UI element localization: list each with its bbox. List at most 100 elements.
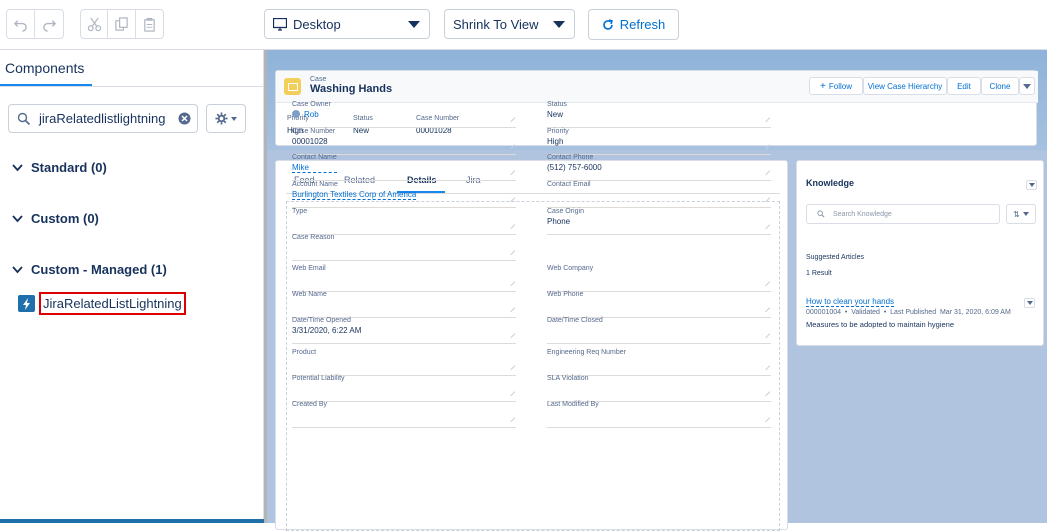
detail-field[interactable]: Last Modified By (547, 401, 599, 410)
field-label: Account Name (292, 181, 338, 188)
more-actions-button[interactable] (1019, 77, 1035, 95)
article-menu-button[interactable] (1024, 298, 1035, 308)
divider (292, 343, 516, 344)
field-label: Contact Phone (547, 154, 594, 161)
knowledge-search-input[interactable]: Search Knowledge (806, 204, 1000, 224)
detail-field[interactable]: Case Reason (292, 234, 334, 243)
field-label: Date/Time Opened (292, 317, 351, 324)
field-label: Type (292, 208, 308, 215)
divider (292, 427, 516, 428)
undo-button[interactable] (7, 10, 35, 38)
user-avatar-icon (292, 110, 300, 118)
detail-field[interactable]: Contact Phone (512) 757-6000 (547, 154, 602, 172)
sort-button[interactable]: ⇅ (1006, 204, 1036, 224)
detail-field[interactable]: Contact Name Mike (292, 154, 337, 173)
record-header[interactable]: Case Washing Hands + Follow View Case Hie… (275, 70, 1038, 146)
redo-button[interactable] (35, 10, 63, 38)
clear-icon[interactable] (178, 112, 191, 125)
object-label: Case (310, 76, 327, 83)
divider (0, 86, 264, 87)
field-value: Phone (547, 217, 571, 226)
paste-icon (144, 17, 155, 32)
result-count: 1 Result (806, 270, 832, 277)
article-summary: Measures to be adopted to maintain hygie… (806, 320, 955, 329)
field-value: (512) 757-6000 (547, 163, 602, 172)
field-value-link[interactable]: Mike (292, 163, 337, 173)
field-label: Priority (547, 128, 569, 135)
detail-field[interactable]: Case Origin Phone (547, 208, 584, 226)
gear-icon (215, 112, 228, 125)
suggested-label: Suggested Articles (806, 254, 864, 261)
detail-field[interactable]: Web Name (292, 291, 327, 300)
detail-field[interactable]: Engineering Req Number (547, 349, 626, 358)
copy-icon (115, 16, 128, 31)
section-label: Custom - Managed (1) (31, 262, 167, 277)
settings-menu-button[interactable] (206, 104, 246, 133)
field-label: SLA Violation (547, 375, 589, 382)
detail-field[interactable]: Contact Email (547, 181, 591, 190)
chevron-down-icon (1028, 183, 1035, 187)
component-search-input[interactable]: jiraRelatedlistlightning (8, 104, 198, 133)
tab-components[interactable]: Components (5, 60, 84, 76)
detail-field[interactable]: Potential Liability (292, 375, 345, 384)
field-label: Web Company (547, 265, 594, 272)
field-value-link[interactable]: Burlington Textiles Corp of America (292, 190, 417, 200)
knowledge-card[interactable]: Knowledge Search Knowledge ⇅ Suggested A… (796, 160, 1044, 346)
record-details-card[interactable]: Feed Related Details Jira Case Owner Rob C… (275, 101, 788, 531)
detail-field[interactable]: Product (292, 349, 316, 358)
case-icon (284, 78, 301, 95)
page-canvas: Case Washing Hands + Follow View Case Hie… (267, 50, 1047, 531)
edit-pencil-icon[interactable] (506, 166, 516, 176)
article-link[interactable]: How to clean your hands (806, 297, 895, 307)
section-label: Standard (0) (31, 160, 107, 175)
edit-button[interactable]: Edit (947, 77, 981, 95)
paste-button[interactable] (136, 10, 163, 38)
field-label: Case Reason (292, 234, 335, 241)
clone-button[interactable]: Clone (981, 77, 1019, 95)
zoom-select[interactable]: Shrink To View (444, 9, 575, 39)
detail-field[interactable]: Case Owner Rob (292, 101, 331, 119)
divider (292, 260, 516, 261)
field-value-link[interactable]: Rob (292, 110, 331, 119)
detail-field[interactable]: Priority High (547, 128, 569, 146)
detail-field[interactable]: Date/Time Closed (547, 317, 603, 326)
field-label: Case Origin (547, 208, 584, 215)
section-standard[interactable]: Standard (0) (12, 160, 107, 175)
section-custom-managed[interactable]: Custom - Managed (1) (12, 262, 167, 277)
follow-button[interactable]: + Follow (809, 77, 863, 95)
knowledge-menu-button[interactable] (1026, 180, 1037, 190)
detail-field[interactable]: SLA Violation (547, 375, 589, 384)
detail-field[interactable]: Type (292, 208, 307, 217)
search-input-value: jiraRelatedlistlightning (39, 111, 166, 126)
field-label: Case Number (292, 128, 336, 135)
component-item[interactable]: JiraRelatedListLightning (18, 292, 186, 315)
detail-field[interactable]: Status New (547, 101, 567, 119)
detail-field[interactable]: Date/Time Opened 3/31/2020, 6:22 AM (292, 317, 361, 335)
field-label: Status (547, 101, 567, 108)
plus-icon: + (820, 80, 826, 92)
record-title: Washing Hands (310, 83, 393, 95)
detail-field[interactable]: Account Name Burlington Textiles Corp of … (292, 181, 417, 200)
component-item-label: JiraRelatedListLightning (39, 292, 186, 315)
cut-button[interactable] (81, 10, 109, 38)
field-value: 00001028 (292, 137, 328, 146)
chevron-down-icon (1023, 83, 1031, 89)
copy-button[interactable] (108, 10, 136, 38)
detail-field[interactable]: Web Company (547, 265, 593, 274)
refresh-button[interactable]: Refresh (588, 9, 679, 40)
chevron-down-icon (12, 266, 23, 274)
knowledge-search-placeholder: Search Knowledge (833, 210, 892, 218)
field-label: Potential Liability (292, 375, 345, 382)
detail-field[interactable]: Web Email (292, 265, 326, 274)
detail-field[interactable]: Created By (292, 401, 327, 410)
detail-field[interactable]: Web Phone (547, 291, 583, 300)
field-label: Case Owner (292, 101, 331, 108)
device-select[interactable]: Desktop (264, 9, 430, 39)
detail-field[interactable]: Case Number 00001028 (292, 128, 335, 146)
section-custom[interactable]: Custom (0) (12, 211, 99, 226)
edit-pencil-icon[interactable] (761, 166, 771, 176)
undo-icon (13, 19, 27, 32)
search-icon (817, 210, 825, 218)
chevron-down-icon (231, 116, 237, 121)
view-case-hierarchy-button[interactable]: View Case Hierarchy (863, 77, 947, 95)
